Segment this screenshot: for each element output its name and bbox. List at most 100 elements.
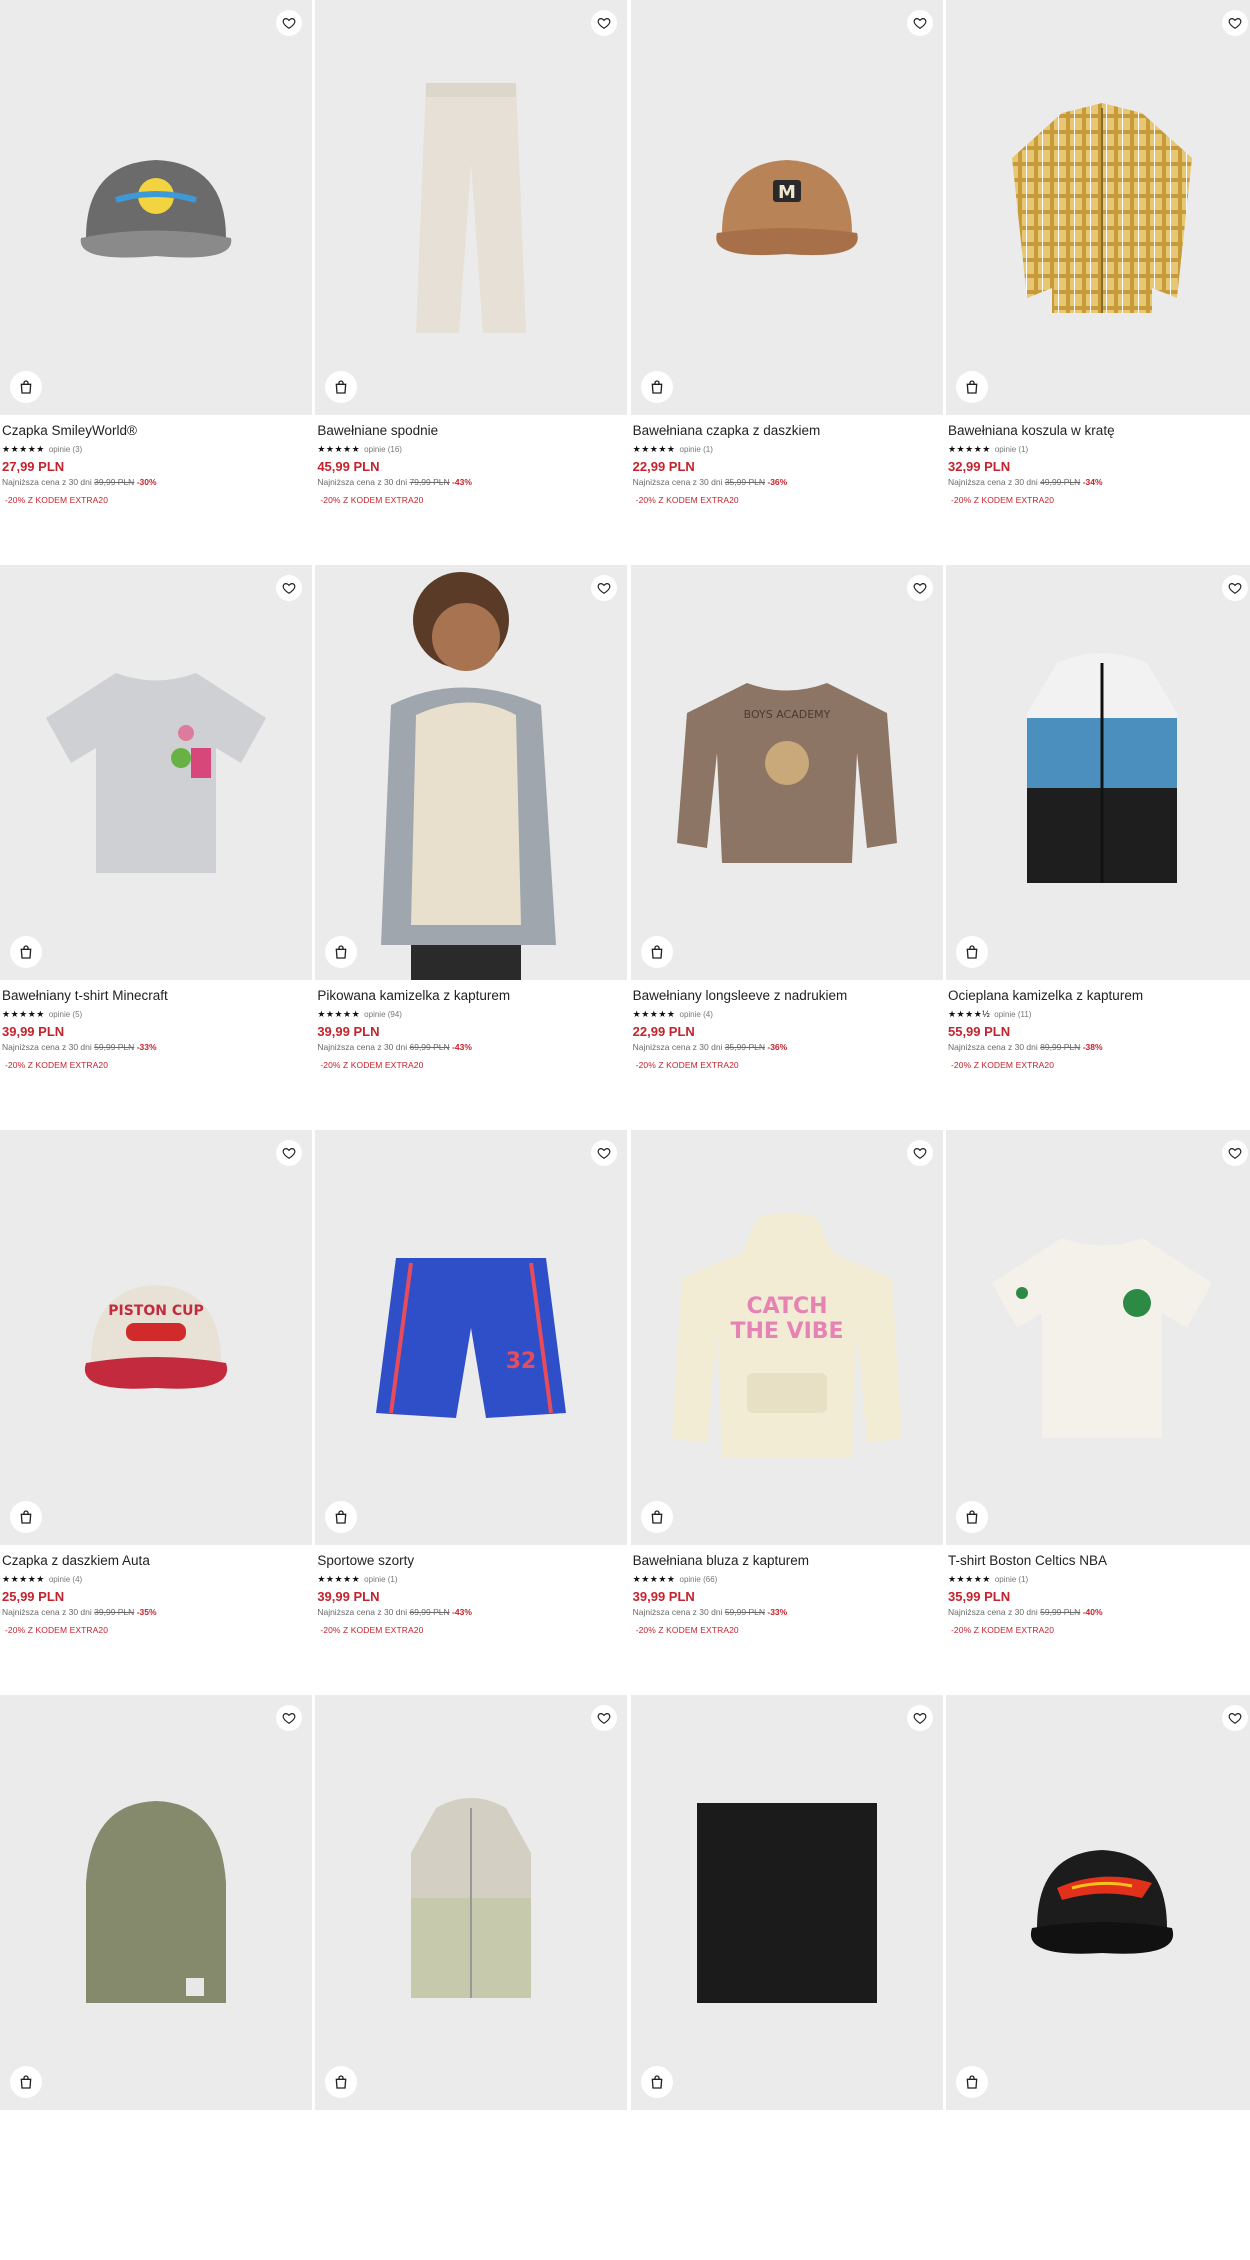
product-image[interactable] [315, 0, 628, 415]
product-image[interactable]: M [630, 0, 943, 415]
old-price: 59,99 PLN [724, 1607, 765, 1617]
review-count[interactable]: opinie (16) [364, 445, 402, 454]
add-to-bag-icon[interactable] [640, 936, 673, 968]
rating-stars: ★★★★★ [317, 1009, 361, 1019]
product-name[interactable]: Bawełniana czapka z daszkiem [633, 422, 943, 440]
add-to-bag-icon[interactable] [640, 1501, 673, 1533]
product-card[interactable]: T-shirt Boston Celtics NBA ★★★★★ opinie … [945, 1130, 1250, 1695]
discount-percent: -38% [1082, 1042, 1103, 1052]
product-image[interactable] [630, 1695, 943, 2110]
review-count[interactable]: opinie (4) [680, 1010, 713, 1019]
product-card[interactable]: BOYS ACADEMY Bawełniany longsleeve z nad… [630, 565, 943, 1130]
product-name[interactable]: Bawełniany t-shirt Minecraft [2, 987, 312, 1005]
wishlist-heart-icon[interactable] [591, 10, 618, 36]
product-name[interactable]: Bawełniana koszula w kratę [948, 422, 1250, 440]
product-card[interactable]: 32 Sportowe szorty ★★★★★ opinie (1) 39,9… [315, 1130, 628, 1695]
product-card[interactable]: CATCH THE VIBE Bawełniana bluza z kapture… [630, 1130, 943, 1695]
discount-percent: -33% [767, 1607, 788, 1617]
add-to-bag-icon[interactable] [955, 371, 988, 403]
product-image[interactable]: PISTON CUP [0, 1130, 312, 1545]
review-count[interactable]: opinie (1) [995, 445, 1028, 454]
product-image[interactable] [945, 1130, 1250, 1545]
wishlist-heart-icon[interactable] [276, 575, 302, 601]
product-image[interactable]: 32 [315, 1130, 628, 1545]
review-count[interactable]: opinie (3) [49, 445, 82, 454]
product-card[interactable]: PISTON CUP Czapka z daszkiem Auta ★★★★★ … [0, 1130, 312, 1695]
wishlist-heart-icon[interactable] [1221, 575, 1248, 601]
review-count[interactable]: opinie (5) [49, 1010, 82, 1019]
product-name[interactable]: Bawełniana bluza z kapturem [633, 1552, 943, 1570]
add-to-bag-icon[interactable] [640, 2066, 673, 2098]
product-name[interactable]: Ocieplana kamizelka z kapturem [948, 987, 1250, 1005]
wishlist-heart-icon[interactable] [276, 1140, 302, 1166]
add-to-bag-icon[interactable] [640, 371, 673, 403]
product-card[interactable]: M Bawełniana czapka z daszkiem ★★★★★ opi… [630, 0, 943, 565]
lowest-price-info: Najniższa cena z 30 dni 39,99 PLN -30% [2, 477, 312, 487]
product-image[interactable]: BOYS ACADEMY [630, 565, 943, 980]
product-name[interactable]: Bawełniane spodnie [317, 422, 627, 440]
product-image[interactable] [945, 0, 1250, 415]
product-rating: ★★★★★ opinie (1) [633, 443, 943, 455]
product-card[interactable]: Bawełniany t-shirt Minecraft ★★★★★ opini… [0, 565, 312, 1130]
review-count[interactable]: opinie (94) [364, 1010, 402, 1019]
product-image[interactable] [0, 0, 312, 415]
add-to-bag-icon[interactable] [10, 2066, 42, 2098]
wishlist-heart-icon[interactable] [906, 1140, 933, 1166]
review-count[interactable]: opinie (1) [995, 1575, 1028, 1584]
product-image[interactable] [0, 565, 312, 980]
add-to-bag-icon[interactable] [325, 371, 358, 403]
wishlist-heart-icon[interactable] [591, 1140, 618, 1166]
product-name[interactable]: Czapka z daszkiem Auta [2, 1552, 312, 1570]
add-to-bag-icon[interactable] [955, 1501, 988, 1533]
review-count[interactable]: opinie (11) [994, 1010, 1031, 1019]
lowest-price-label: Najniższa cena z 30 dni [2, 1607, 92, 1617]
wishlist-heart-icon[interactable] [1221, 1140, 1248, 1166]
product-image[interactable] [945, 1695, 1250, 2110]
add-to-bag-icon[interactable] [10, 1501, 42, 1533]
discount-percent: -34% [1082, 477, 1103, 487]
product-card[interactable] [0, 1695, 312, 2260]
product-name[interactable]: T-shirt Boston Celtics NBA [948, 1552, 1250, 1570]
product-card[interactable] [315, 1695, 628, 2260]
review-count[interactable]: opinie (66) [680, 1575, 718, 1584]
review-count[interactable]: opinie (1) [364, 1575, 397, 1584]
product-name[interactable]: Czapka SmileyWorld® [2, 422, 312, 440]
review-count[interactable]: opinie (1) [680, 445, 713, 454]
wishlist-heart-icon[interactable] [591, 575, 618, 601]
product-image[interactable] [315, 565, 628, 980]
discount-percent: -43% [452, 1042, 472, 1052]
product-image[interactable]: CATCH THE VIBE [630, 1130, 943, 1545]
lowest-price-info: Najniższa cena z 30 dni 89,99 PLN -38% [948, 1042, 1250, 1052]
wishlist-heart-icon[interactable] [276, 1705, 302, 1731]
product-image[interactable] [0, 1695, 312, 2110]
product-price: 22,99 PLN [632, 459, 695, 474]
add-to-bag-icon[interactable] [955, 2066, 988, 2098]
wishlist-heart-icon[interactable] [906, 575, 933, 601]
wishlist-heart-icon[interactable] [906, 1705, 933, 1731]
product-card[interactable] [945, 1695, 1250, 2260]
wishlist-heart-icon[interactable] [906, 10, 933, 36]
wishlist-heart-icon[interactable] [276, 10, 302, 36]
add-to-bag-icon[interactable] [955, 936, 988, 968]
wishlist-heart-icon[interactable] [591, 1705, 618, 1731]
review-count[interactable]: opinie (4) [49, 1575, 82, 1584]
add-to-bag-icon[interactable] [325, 1501, 358, 1533]
product-rating: ★★★★★ opinie (94) [317, 1008, 627, 1020]
lowest-price-info: Najniższa cena z 30 dni 69,99 PLN -43% [317, 1607, 627, 1617]
product-name[interactable]: Bawełniany longsleeve z nadrukiem [633, 987, 943, 1005]
product-card[interactable]: Pikowana kamizelka z kapturem ★★★★★ opin… [315, 565, 628, 1130]
wishlist-heart-icon[interactable] [1221, 1705, 1248, 1731]
add-to-bag-icon[interactable] [10, 371, 42, 403]
product-card[interactable]: Ocieplana kamizelka z kapturem ★★★★½ opi… [945, 565, 1250, 1130]
product-card[interactable] [630, 1695, 943, 2260]
product-name[interactable]: Sportowe szorty [317, 1552, 627, 1570]
product-image[interactable] [315, 1695, 628, 2110]
wishlist-heart-icon[interactable] [1221, 10, 1248, 36]
product-card[interactable]: Czapka SmileyWorld® ★★★★★ opinie (3) 27,… [0, 0, 312, 565]
product-card[interactable]: Bawełniana koszula w kratę ★★★★★ opinie … [945, 0, 1250, 565]
add-to-bag-icon[interactable] [10, 936, 42, 968]
add-to-bag-icon[interactable] [325, 2066, 358, 2098]
product-card[interactable]: Bawełniane spodnie ★★★★★ opinie (16) 45,… [315, 0, 628, 565]
product-name[interactable]: Pikowana kamizelka z kapturem [317, 987, 627, 1005]
product-image[interactable] [945, 565, 1250, 980]
